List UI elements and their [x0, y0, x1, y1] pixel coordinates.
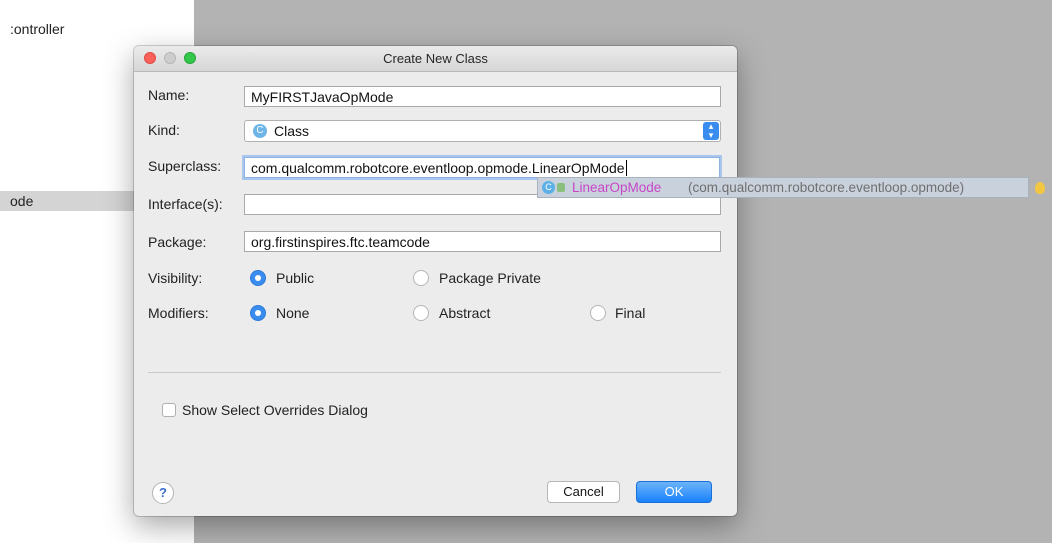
ok-button[interactable]: OK	[636, 481, 712, 503]
kind-label: Kind:	[148, 122, 180, 138]
autocomplete-class-name: LinearOpMode	[572, 180, 662, 195]
modifier-abstract-label[interactable]: Abstract	[439, 305, 490, 321]
superclass-field[interactable]: com.qualcomm.robotcore.eventloop.opmode.…	[244, 157, 720, 178]
autocomplete-popup[interactable]: C LinearOpMode (com.qualcomm.robotcore.e…	[537, 177, 1029, 198]
modifier-none-label[interactable]: None	[276, 305, 309, 321]
autocomplete-package: (com.qualcomm.robotcore.eventloop.opmode…	[688, 180, 965, 195]
show-overrides-label[interactable]: Show Select Overrides Dialog	[182, 402, 368, 418]
class-icon: C	[542, 181, 555, 194]
dialog-titlebar[interactable]: Create New Class	[134, 46, 737, 72]
show-overrides-checkbox[interactable]	[162, 403, 176, 417]
visibility-public-label[interactable]: Public	[276, 270, 314, 286]
visibility-package-private-label[interactable]: Package Private	[439, 270, 541, 286]
modifier-abstract-radio[interactable]	[413, 305, 429, 321]
dialog-title: Create New Class	[383, 51, 488, 66]
visibility-public-radio[interactable]	[250, 270, 266, 286]
modifiers-label: Modifiers:	[148, 305, 209, 321]
create-new-class-dialog: Create New Class Name: MyFIRSTJavaOpMode…	[134, 46, 737, 516]
separator	[148, 372, 721, 373]
package-label: Package:	[148, 234, 207, 250]
modifier-final-radio[interactable]	[590, 305, 606, 321]
name-field[interactable]: MyFIRSTJavaOpMode	[244, 86, 721, 107]
name-label: Name:	[148, 87, 190, 103]
modifier-none-radio[interactable]	[250, 305, 266, 321]
text-caret	[625, 160, 627, 176]
kind-select[interactable]: C Class ▴ ▾	[244, 120, 721, 142]
background-row-text: ode	[10, 193, 34, 209]
visibility-label: Visibility:	[148, 270, 203, 286]
abstract-marker-icon	[557, 183, 565, 192]
cancel-button[interactable]: Cancel	[547, 481, 620, 503]
chevron-updown-icon: ▴ ▾	[703, 122, 719, 140]
superclass-value: com.qualcomm.robotcore.eventloop.opmode.…	[251, 160, 625, 176]
modifier-final-label[interactable]: Final	[615, 305, 645, 321]
interfaces-label: Interface(s):	[148, 196, 223, 212]
class-icon: C	[253, 124, 267, 138]
background-text: :ontroller	[10, 21, 65, 37]
package-field[interactable]: org.firstinspires.ftc.teamcode	[244, 231, 721, 252]
kind-select-value: Class	[274, 123, 310, 139]
superclass-label: Superclass:	[148, 158, 222, 174]
visibility-package-private-radio[interactable]	[413, 270, 429, 286]
lightbulb-icon[interactable]	[1035, 182, 1045, 194]
help-button[interactable]: ?	[152, 482, 174, 504]
